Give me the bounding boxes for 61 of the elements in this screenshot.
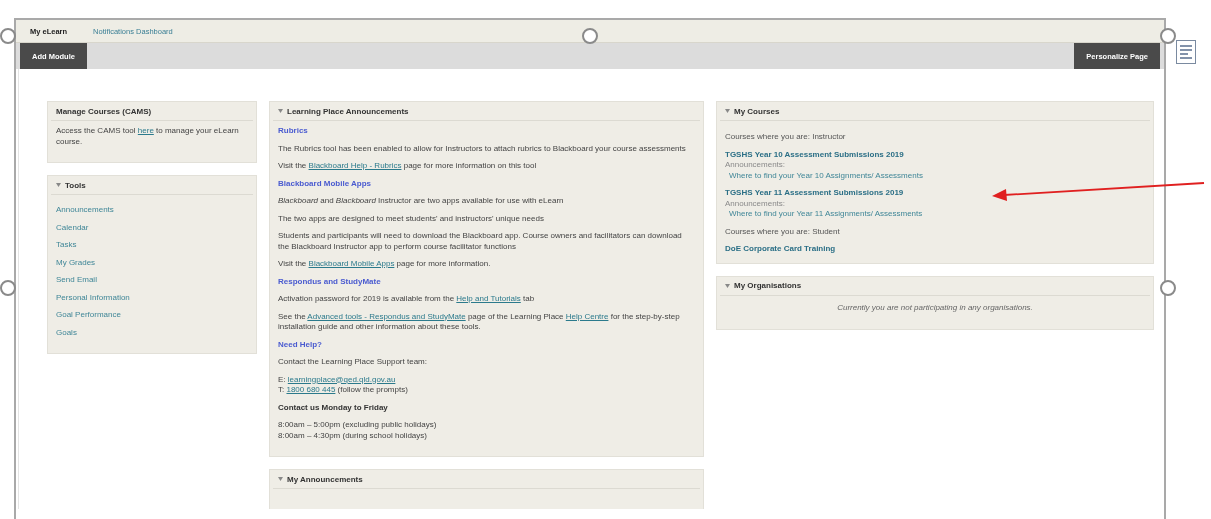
announcement-text: The two apps are designed to meet students' and instructors' unique needs xyxy=(278,213,545,224)
tool-link[interactable]: My Grades xyxy=(56,257,96,268)
module-title: Learning Place Announcements xyxy=(287,106,409,116)
announcement-text: Activation password for 2019 is available from the Help and Tutorials tab xyxy=(278,294,536,305)
announcement-text: E: learningplace@qed.qld.gov.au xyxy=(278,374,397,385)
tool-link[interactable]: Announcements xyxy=(56,205,114,216)
tool-link[interactable]: Tasks xyxy=(56,240,77,251)
role-label: Courses where you are: Student xyxy=(725,226,840,237)
role-label: Courses where you are: Instructor xyxy=(725,132,846,143)
resize-handle[interactable] xyxy=(1160,280,1176,296)
tool-link[interactable]: Calendar xyxy=(56,222,89,233)
text-link[interactable]: Help Centre xyxy=(565,311,609,321)
announcement-text: Students and participants will need to download the Blackboard app. Course owners and facilitators can download the Blackboard Instructor app to perform course facilitator functions xyxy=(278,231,683,252)
announcement-text: Access the CAMS tool here to manage your eLearn course. xyxy=(56,126,240,147)
collapse-caret-icon[interactable] xyxy=(725,109,730,113)
announcement-text: Contact us Monday to Friday xyxy=(278,402,389,413)
announcement-text: The Rubrics tool has been enabled to allow for Instructors to attach rubrics to Blackboard your course assessments xyxy=(278,143,687,154)
announcement-text: 8:00am – 4:30pm (during school holidays) xyxy=(278,430,428,441)
text-link[interactable]: Help and Tutorials xyxy=(456,294,521,303)
course-link[interactable]: TGSHS Year 10 Assessment Submissions 2019 xyxy=(725,149,904,160)
empty-message: Currently you are not participating in any organisations. xyxy=(836,301,1034,314)
text-link[interactable]: learningplace@qed.qld.gov.au xyxy=(287,374,396,384)
course-link[interactable]: TGSHS Year 11 Assessment Submissions 2019 xyxy=(725,188,904,199)
announcement-text: Visit the Blackboard Help - Rubrics page for more information on this tool xyxy=(278,161,538,172)
announcement-link[interactable]: Where to find your Year 11 Assignments/ Assessments xyxy=(725,209,923,220)
module-title: Tools xyxy=(65,180,86,190)
text-link[interactable]: Blackboard Help - Rubrics xyxy=(308,161,402,170)
module-title: My Organisations xyxy=(734,281,802,290)
announcement-heading: Blackboard Mobile Apps xyxy=(278,178,372,189)
collapse-caret-icon[interactable] xyxy=(725,283,730,288)
resize-handle[interactable] xyxy=(0,280,16,296)
announcement-link[interactable]: Where to find your Year 10 Assignments/ Assessments xyxy=(725,170,923,181)
text-link[interactable]: 1800 680 445 xyxy=(286,385,336,394)
announcement-heading: Respondus and StudyMate xyxy=(278,276,381,287)
announcement-text: Visit the Blackboard Mobile Apps page for more information. xyxy=(278,259,492,270)
announcement-text: 8:00am – 5:00pm (excluding public holidays) xyxy=(278,420,438,431)
collapse-caret-icon[interactable] xyxy=(278,477,283,481)
tool-link[interactable]: Send Email xyxy=(56,275,97,286)
resize-handle[interactable] xyxy=(0,28,16,44)
module-title: My Courses xyxy=(734,106,780,116)
announcement-text: Contact the Learning Place Support team: xyxy=(278,357,428,368)
document-icon[interactable] xyxy=(1176,40,1196,64)
course-link[interactable]: DoE Corporate Card Training xyxy=(725,244,836,255)
module-title: My Announcements xyxy=(287,474,363,484)
text-link[interactable]: here xyxy=(137,126,154,135)
announcement-heading: Need Help? xyxy=(278,339,322,350)
announcement-heading: Rubrics xyxy=(278,126,308,137)
module-title: Manage Courses (CAMS) xyxy=(56,106,152,116)
announcement-text: T: 1800 680 445 (follow the prompts) xyxy=(278,385,409,396)
collapse-caret-icon[interactable] xyxy=(278,109,283,113)
announcement-text: Blackboard and Blackboard Instructor are two apps available for use with eLearn xyxy=(278,196,565,207)
text-link[interactable]: Advanced tools - Respondus and StudyMate xyxy=(307,311,466,321)
resize-handle[interactable] xyxy=(1160,28,1176,44)
tool-link[interactable]: Personal Information xyxy=(56,292,130,303)
announcement-text: See the Advanced tools - Respondus and StudyMate page of the Learning Place Help Centre for the step-by-step installation guide and other information about these tools. xyxy=(278,311,681,333)
announcements-label: Announcements: xyxy=(725,160,786,171)
collapse-caret-icon[interactable] xyxy=(56,183,61,187)
tool-link[interactable]: Goals xyxy=(56,327,77,338)
text-link[interactable]: Blackboard Mobile Apps xyxy=(308,259,395,268)
announcements-label: Announcements: xyxy=(725,198,786,209)
tool-link[interactable]: Goal Performance xyxy=(56,310,121,321)
